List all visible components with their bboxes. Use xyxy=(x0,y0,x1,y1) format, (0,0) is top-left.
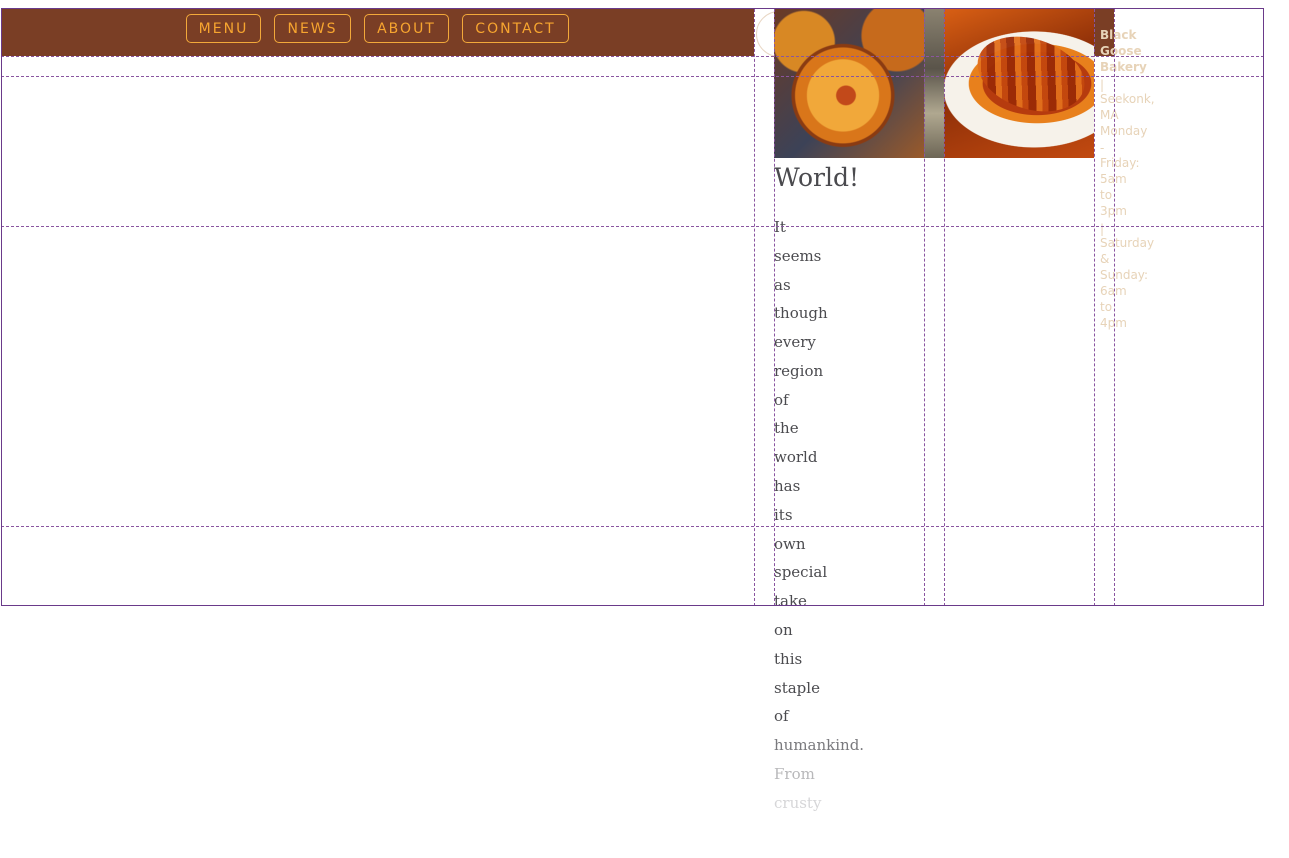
grid-guide-vertical xyxy=(924,9,925,606)
sidebar-line: MA xyxy=(1100,108,1119,122)
bread-photo-round-loaf xyxy=(774,9,924,158)
article-word: humankind. xyxy=(774,736,865,754)
article-word: own xyxy=(774,535,806,553)
sidebar-line: Saturday xyxy=(1100,236,1155,250)
article-word: seems xyxy=(774,247,822,265)
article-word: special xyxy=(774,563,828,581)
braid-detail xyxy=(967,23,1094,125)
article-word: of xyxy=(774,391,789,409)
sidebar-line: Friday: xyxy=(1100,156,1140,170)
grid-guide-horizontal xyxy=(1,76,1264,77)
sidebar-line: Black xyxy=(1100,28,1137,42)
article-word: take xyxy=(774,592,807,610)
page: MENU NEWS ABOUT CONTACT World! It seems … xyxy=(0,0,1289,858)
article-word: though xyxy=(774,304,828,322)
article-word: of xyxy=(774,707,789,725)
article-word: its xyxy=(774,506,793,524)
grid-guide-vertical xyxy=(774,9,775,606)
grid-guide-vertical xyxy=(944,9,945,606)
grid-guide-vertical xyxy=(1114,9,1115,606)
grid-guide-vertical xyxy=(754,9,755,606)
sidebar-line: to xyxy=(1100,300,1113,314)
article-word: this xyxy=(774,650,803,668)
bread-photo-strip xyxy=(924,9,944,158)
bread-photo-braided-loaf xyxy=(944,9,1094,158)
grid-guide-horizontal xyxy=(1,226,1264,227)
article-word: on xyxy=(774,621,793,639)
sidebar-line: Sunday: xyxy=(1100,268,1149,282)
sidebar-line: Monday xyxy=(1100,124,1148,138)
sidebar-line: Seekonk, xyxy=(1100,92,1155,106)
article-word: region xyxy=(774,362,824,380)
article-word: crusty xyxy=(774,794,822,812)
grid-guide-horizontal xyxy=(1,56,1264,57)
sidebar-line: Bakery xyxy=(1100,60,1147,74)
article-word: every xyxy=(774,333,816,351)
article-word: From xyxy=(774,765,815,783)
article-word: world xyxy=(774,448,818,466)
article-word: staple xyxy=(774,679,820,697)
sidebar-line: & xyxy=(1100,252,1110,266)
sidebar-line: to xyxy=(1100,188,1113,202)
article-word: It xyxy=(774,218,786,236)
grid-guide-vertical xyxy=(1094,9,1095,606)
article-word: the xyxy=(774,419,799,437)
nav-contact-button[interactable]: CONTACT xyxy=(462,14,569,43)
article-word: has xyxy=(774,477,801,495)
grid-guide-horizontal xyxy=(1,526,1264,527)
article-heading: World! xyxy=(774,163,860,192)
nav-menu-button[interactable]: MENU xyxy=(186,14,261,43)
nav-news-button[interactable]: NEWS xyxy=(274,14,351,43)
sidebar-line: - xyxy=(1100,141,1105,155)
nav-about-button[interactable]: ABOUT xyxy=(364,14,449,43)
header-nav-bar: MENU NEWS ABOUT CONTACT xyxy=(1,9,754,56)
article-word: as xyxy=(774,276,791,294)
